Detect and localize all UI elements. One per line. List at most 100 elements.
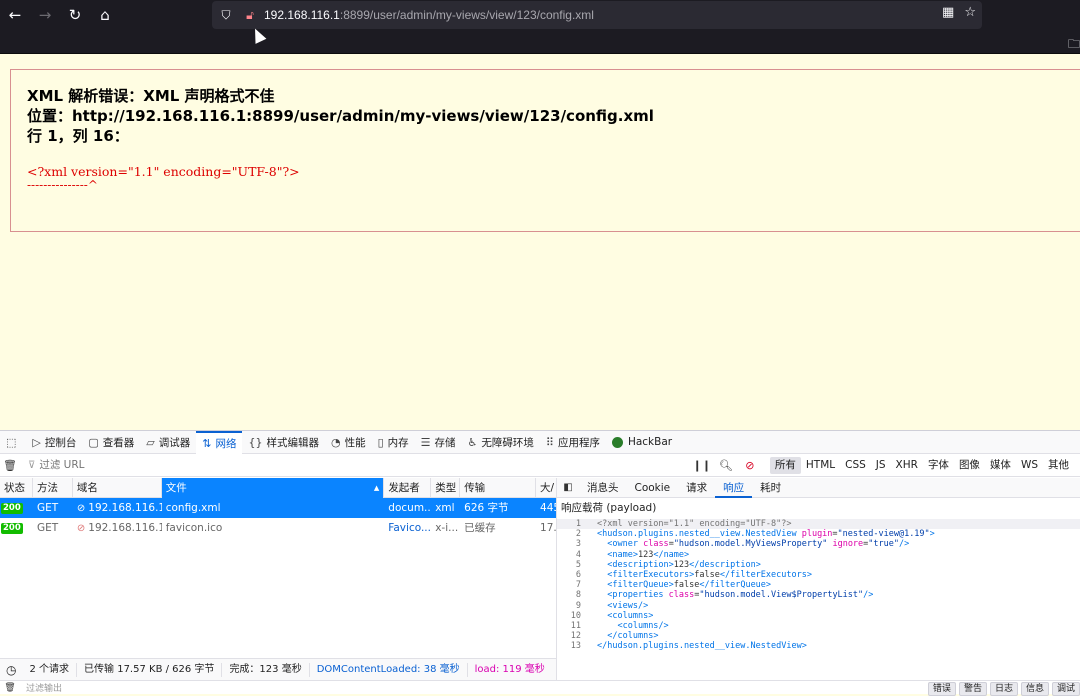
column-size[interactable]: 大/ — [536, 478, 556, 498]
filter-html-button[interactable]: HTML — [801, 457, 840, 474]
devtools-tabbar: ⬚ ▷ 控制台 ▢ 查看器 ▱ 调试器 ⇅ 网络 {} 样式编辑器 ◔ 性能 ▯ 内存 ☰ 存储… — [0, 430, 1080, 454]
filter-image-button[interactable]: 图像 — [954, 457, 985, 474]
table-row[interactable]: 200 GET ⊘192.168.116.1... favicon.ico Fa… — [0, 518, 556, 538]
url-bar[interactable]: ⛉ 🔓︎ 192.168.116.1:8899/user/admin/my-vi… — [212, 1, 982, 29]
line-number: 6 — [575, 569, 581, 580]
request-file: favicon.ico — [165, 522, 223, 534]
code-line: 5 <description>123</description> — [557, 560, 1080, 570]
request-initiator: docum... — [388, 502, 432, 514]
request-transferred: 已缓存 — [464, 522, 496, 534]
filter-url-input[interactable] — [39, 459, 340, 471]
request-initiator[interactable]: Favico... — [384, 518, 431, 538]
column-transferred[interactable]: 传输 — [460, 478, 537, 498]
tab-style-editor[interactable]: {} 样式编辑器 — [242, 431, 325, 454]
tab-request[interactable]: 请求 — [678, 478, 715, 498]
back-button[interactable]: ← — [0, 0, 30, 30]
forward-arrow-icon: → — [38, 6, 52, 24]
reload-button[interactable]: ↻ — [60, 0, 90, 30]
forward-button[interactable]: → — [30, 0, 60, 30]
browser-toolbar: ← → ↻ ⌂ ⛉ 🔓︎ 192.168.116.1:8899/user/adm… — [0, 0, 1080, 30]
filter-ws-button[interactable]: WS — [1016, 457, 1043, 474]
code-text: <filterExecutors>false</filterExecutors> — [607, 569, 812, 580]
tab-inspector[interactable]: ▢ 查看器 — [82, 431, 140, 454]
clear-trash-icon[interactable]: 🗑︎ — [0, 459, 20, 472]
performance-icon: ◔ — [330, 435, 341, 449]
request-file: config.xml — [165, 502, 221, 514]
tracking-protection-shield-icon[interactable]: ⛉ — [216, 5, 236, 25]
url-text[interactable]: 192.168.116.1:8899/user/admin/my-views/v… — [264, 8, 594, 22]
element-picker-button[interactable]: ⬚ — [0, 431, 26, 454]
error-title: XML 解析错误：XML 声明格式不佳 — [27, 87, 275, 105]
request-size: 17. — [540, 522, 556, 534]
code-line: 4 <name>123</name> — [557, 550, 1080, 560]
console-debug-button[interactable]: 调试 — [1051, 682, 1080, 696]
tab-application[interactable]: ⠿ 应用程序 — [540, 431, 606, 454]
devtools-panel: ⬚ ▷ 控制台 ▢ 查看器 ▱ 调试器 ⇅ 网络 {} 样式编辑器 ◔ 性能 ▯ 内存 ☰ 存储… — [0, 430, 1080, 696]
tab-debugger[interactable]: ▱ 调试器 — [140, 431, 196, 454]
tab-memory[interactable]: ▯ 内存 — [372, 431, 415, 454]
code-line: 7 <filterQueue>false</filterQueue> — [557, 580, 1080, 590]
inspector-icon: ▢ — [88, 435, 99, 449]
filter-other-button[interactable]: 其他 — [1043, 457, 1074, 474]
request-size: 445 — [540, 502, 556, 514]
finish-time: 完成：123 毫秒 — [222, 662, 310, 677]
tab-network[interactable]: ⇅ 网络 — [196, 430, 243, 454]
bookmarks-bar: 🗀︎ — [0, 30, 1080, 54]
column-type[interactable]: 类型 — [431, 478, 461, 498]
filter-font-button[interactable]: 字体 — [923, 457, 954, 474]
block-icon[interactable]: ⊘ — [738, 459, 762, 472]
toggle-sidebar-icon[interactable]: ◧ — [557, 482, 579, 493]
console-warnings-button[interactable]: 警告 — [958, 682, 987, 696]
column-initiator[interactable]: 发起者 — [384, 478, 432, 498]
tab-hackbar[interactable]: HackBar — [606, 431, 678, 454]
tab-performance[interactable]: ◔ 性能 — [325, 431, 372, 454]
filter-all-button[interactable]: 所有 — [769, 457, 801, 474]
code-line: 10 <columns> — [557, 611, 1080, 621]
filter-media-button[interactable]: 媒体 — [985, 457, 1016, 474]
response-code-view[interactable]: 1 <?xml version="1.1" encoding="UTF-8"?> 2… — [557, 519, 1080, 658]
reload-icon: ↻ — [68, 6, 82, 24]
column-method[interactable]: 方法 — [33, 478, 73, 498]
domcontentloaded-time: DOMContentLoaded: 38 毫秒 — [310, 662, 468, 677]
code-text: <columns/> — [617, 620, 669, 631]
tab-console[interactable]: ▷ 控制台 — [26, 431, 82, 454]
filter-xhr-button[interactable]: XHR — [891, 457, 923, 474]
code-line: 8 <properties class="hudson.model.View$P… — [557, 590, 1080, 600]
tab-storage[interactable]: ☰ 存储 — [415, 431, 462, 454]
home-button[interactable]: ⌂ — [90, 0, 120, 30]
search-icon[interactable]: 🔍︎ — [714, 459, 738, 472]
console-filter-input[interactable]: 过滤输出 — [26, 681, 62, 694]
pause-icon[interactable]: ❙❙ — [690, 459, 714, 472]
network-area: 状态 方法 域名 文件 发起者 类型 传输 大/ 200 GET ⊘192.16… — [0, 478, 1080, 658]
filter-css-button[interactable]: CSS — [840, 457, 871, 474]
insecure-icon: ⊘ — [76, 523, 86, 534]
request-type: x-i... — [435, 522, 459, 534]
filter-js-button[interactable]: JS — [871, 457, 891, 474]
tab-accessibility[interactable]: ♿︎ 无障碍环境 — [462, 431, 540, 454]
qr-code-icon[interactable]: ▦ — [942, 5, 954, 20]
table-row[interactable]: 200 GET ⊘192.168.116.1... config.xml doc… — [0, 498, 556, 518]
console-errors-button[interactable]: 错误 — [927, 682, 956, 696]
insecure-lock-icon[interactable]: 🔓︎ — [240, 5, 260, 25]
column-domain[interactable]: 域名 — [73, 478, 162, 498]
console-info-button[interactable]: 信息 — [1020, 682, 1049, 696]
console-logs-button[interactable]: 日志 — [989, 682, 1018, 696]
tab-response[interactable]: 响应 — [715, 478, 753, 498]
bookmark-star-icon[interactable]: ☆ — [964, 5, 976, 20]
line-number: 8 — [575, 590, 581, 601]
request-method: GET — [36, 502, 59, 514]
storage-icon: ☰ — [420, 435, 431, 449]
bookmark-folder-icon[interactable]: 🗀︎ — [1068, 35, 1080, 56]
back-arrow-icon: ← — [8, 6, 22, 24]
tab-cookie[interactable]: Cookie — [627, 478, 679, 498]
request-domain: 192.168.116.1... — [88, 502, 161, 514]
column-file[interactable]: 文件 — [161, 478, 385, 498]
column-status[interactable]: 状态 — [0, 478, 33, 498]
code-line: 13 </hudson.plugins.nested__view.NestedVi… — [557, 641, 1080, 651]
tab-timings[interactable]: 耗时 — [752, 478, 789, 498]
request-detail-pane: ◧ 消息头 Cookie 请求 响应 耗时 响应载荷 (payload) 1 <?… — [557, 478, 1080, 658]
code-line: 2 <hudson.plugins.nested__view.NestedView… — [557, 529, 1080, 539]
console-trash-icon[interactable]: 🗑︎ — [0, 683, 20, 693]
tab-headers[interactable]: 消息头 — [579, 478, 627, 498]
code-text: <name>123</name> — [607, 549, 690, 560]
